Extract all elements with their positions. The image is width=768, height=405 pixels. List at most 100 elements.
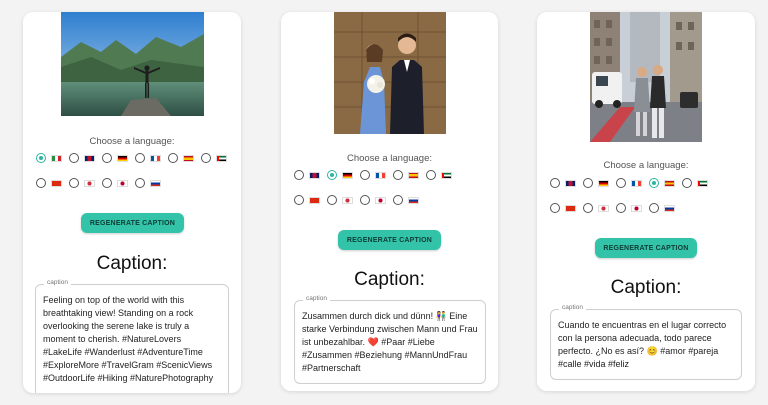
uploaded-photo-street xyxy=(590,12,702,142)
radio[interactable] xyxy=(168,153,178,163)
radio[interactable] xyxy=(583,178,593,188)
language-option-korean[interactable] xyxy=(583,203,609,213)
france-flag-icon xyxy=(150,154,161,162)
radio-selected[interactable] xyxy=(649,178,659,188)
uk-flag-icon xyxy=(84,154,95,162)
language-option-russian[interactable] xyxy=(649,203,675,213)
uploaded-photo-couple xyxy=(334,12,446,134)
caption-heading: Caption: xyxy=(610,277,682,298)
regenerate-caption-button[interactable]: REGENERATE CAPTION xyxy=(338,230,441,250)
language-option-french[interactable] xyxy=(616,178,642,188)
radio[interactable] xyxy=(583,203,593,213)
regenerate-caption-button[interactable]: REGENERATE CAPTION xyxy=(81,213,184,233)
radio[interactable] xyxy=(294,170,304,180)
radio[interactable] xyxy=(102,178,112,188)
language-option-german[interactable] xyxy=(583,178,609,188)
language-option-german[interactable] xyxy=(102,153,128,163)
language-option-spanish[interactable] xyxy=(168,153,194,163)
radio-selected[interactable] xyxy=(327,170,337,180)
korea-flag-icon xyxy=(342,196,353,204)
germany-flag-icon xyxy=(598,179,609,187)
language-option-english[interactable] xyxy=(294,170,320,180)
language-option-english[interactable] xyxy=(69,153,95,163)
caption-card-3: Choose a language: REGENERATE CAPTION Ca… xyxy=(537,12,755,391)
language-option-korean[interactable] xyxy=(327,195,353,205)
radio[interactable] xyxy=(102,153,112,163)
language-prompt: Choose a language: xyxy=(346,153,433,164)
uploaded-photo-lake xyxy=(61,12,204,116)
caption-card-1: Choose a language: REGENERATE CAPTION Ca… xyxy=(23,12,241,393)
language-options-row-1 xyxy=(36,153,234,163)
caption-box: caption Zusammen durch dick und dünn! 👫 … xyxy=(294,295,486,384)
language-prompt: Choose a language: xyxy=(89,136,175,147)
language-option-spanish[interactable] xyxy=(393,170,419,180)
radio[interactable] xyxy=(69,178,79,188)
language-option-chinese[interactable] xyxy=(294,195,320,205)
radio[interactable] xyxy=(135,153,145,163)
uk-flag-icon xyxy=(309,171,320,179)
language-option-arabic[interactable] xyxy=(426,170,452,180)
radio[interactable] xyxy=(393,170,403,180)
russia-flag-icon xyxy=(150,179,161,187)
language-options-row-2 xyxy=(36,178,168,188)
radio[interactable] xyxy=(36,178,46,188)
language-option-korean[interactable] xyxy=(69,178,95,188)
germany-flag-icon xyxy=(117,154,128,162)
china-flag-icon xyxy=(565,204,576,212)
radio[interactable] xyxy=(682,178,692,188)
language-option-chinese[interactable] xyxy=(550,203,576,213)
caption-text[interactable]: Zusammen durch dick und dünn! 👫 Eine sta… xyxy=(302,310,479,375)
language-option-arabic[interactable] xyxy=(682,178,708,188)
language-option-japanese[interactable] xyxy=(102,178,128,188)
germany-flag-icon xyxy=(342,171,353,179)
radio[interactable] xyxy=(649,203,659,213)
language-option-japanese[interactable] xyxy=(360,195,386,205)
language-option-spanish[interactable] xyxy=(649,178,675,188)
uae-flag-icon xyxy=(441,171,452,179)
language-option-chinese[interactable] xyxy=(36,178,62,188)
japan-flag-icon xyxy=(375,196,386,204)
caption-card-2: Choose a language: REGENERATE CAPTION Ca… xyxy=(281,12,498,391)
radio[interactable] xyxy=(360,170,370,180)
france-flag-icon xyxy=(631,179,642,187)
language-prompt: Choose a language: xyxy=(603,160,689,171)
caption-box: caption Cuando te encuentras en el lugar… xyxy=(550,304,742,380)
radio[interactable] xyxy=(616,203,626,213)
language-option-russian[interactable] xyxy=(393,195,419,205)
language-options-row-2 xyxy=(294,195,426,205)
radio-selected[interactable] xyxy=(36,153,46,163)
radio[interactable] xyxy=(360,195,370,205)
radio[interactable] xyxy=(294,195,304,205)
language-option-french[interactable] xyxy=(360,170,386,180)
radio[interactable] xyxy=(550,203,560,213)
language-option-italian[interactable] xyxy=(36,153,62,163)
korea-flag-icon xyxy=(84,179,95,187)
caption-text[interactable]: Feeling on top of the world with this br… xyxy=(43,294,222,385)
japan-flag-icon xyxy=(117,179,128,187)
china-flag-icon xyxy=(309,196,320,204)
radio[interactable] xyxy=(550,178,560,188)
caption-text[interactable]: Cuando te encuentras en el lugar correct… xyxy=(558,319,735,371)
language-option-japanese[interactable] xyxy=(616,203,642,213)
language-option-russian[interactable] xyxy=(135,178,161,188)
language-option-arabic[interactable] xyxy=(201,153,227,163)
radio[interactable] xyxy=(616,178,626,188)
language-option-french[interactable] xyxy=(135,153,161,163)
korea-flag-icon xyxy=(598,204,609,212)
russia-flag-icon xyxy=(408,196,419,204)
caption-legend: caption xyxy=(303,295,330,302)
caption-heading: Caption: xyxy=(354,269,425,290)
china-flag-icon xyxy=(51,179,62,187)
radio[interactable] xyxy=(426,170,436,180)
radio[interactable] xyxy=(69,153,79,163)
regenerate-caption-button[interactable]: REGENERATE CAPTION xyxy=(595,238,697,258)
radio[interactable] xyxy=(201,153,211,163)
radio[interactable] xyxy=(135,178,145,188)
radio[interactable] xyxy=(393,195,403,205)
radio[interactable] xyxy=(327,195,337,205)
language-option-english[interactable] xyxy=(550,178,576,188)
language-options-row-1 xyxy=(550,178,715,188)
language-options-row-1 xyxy=(294,170,459,180)
language-option-german[interactable] xyxy=(327,170,353,180)
russia-flag-icon xyxy=(664,204,675,212)
